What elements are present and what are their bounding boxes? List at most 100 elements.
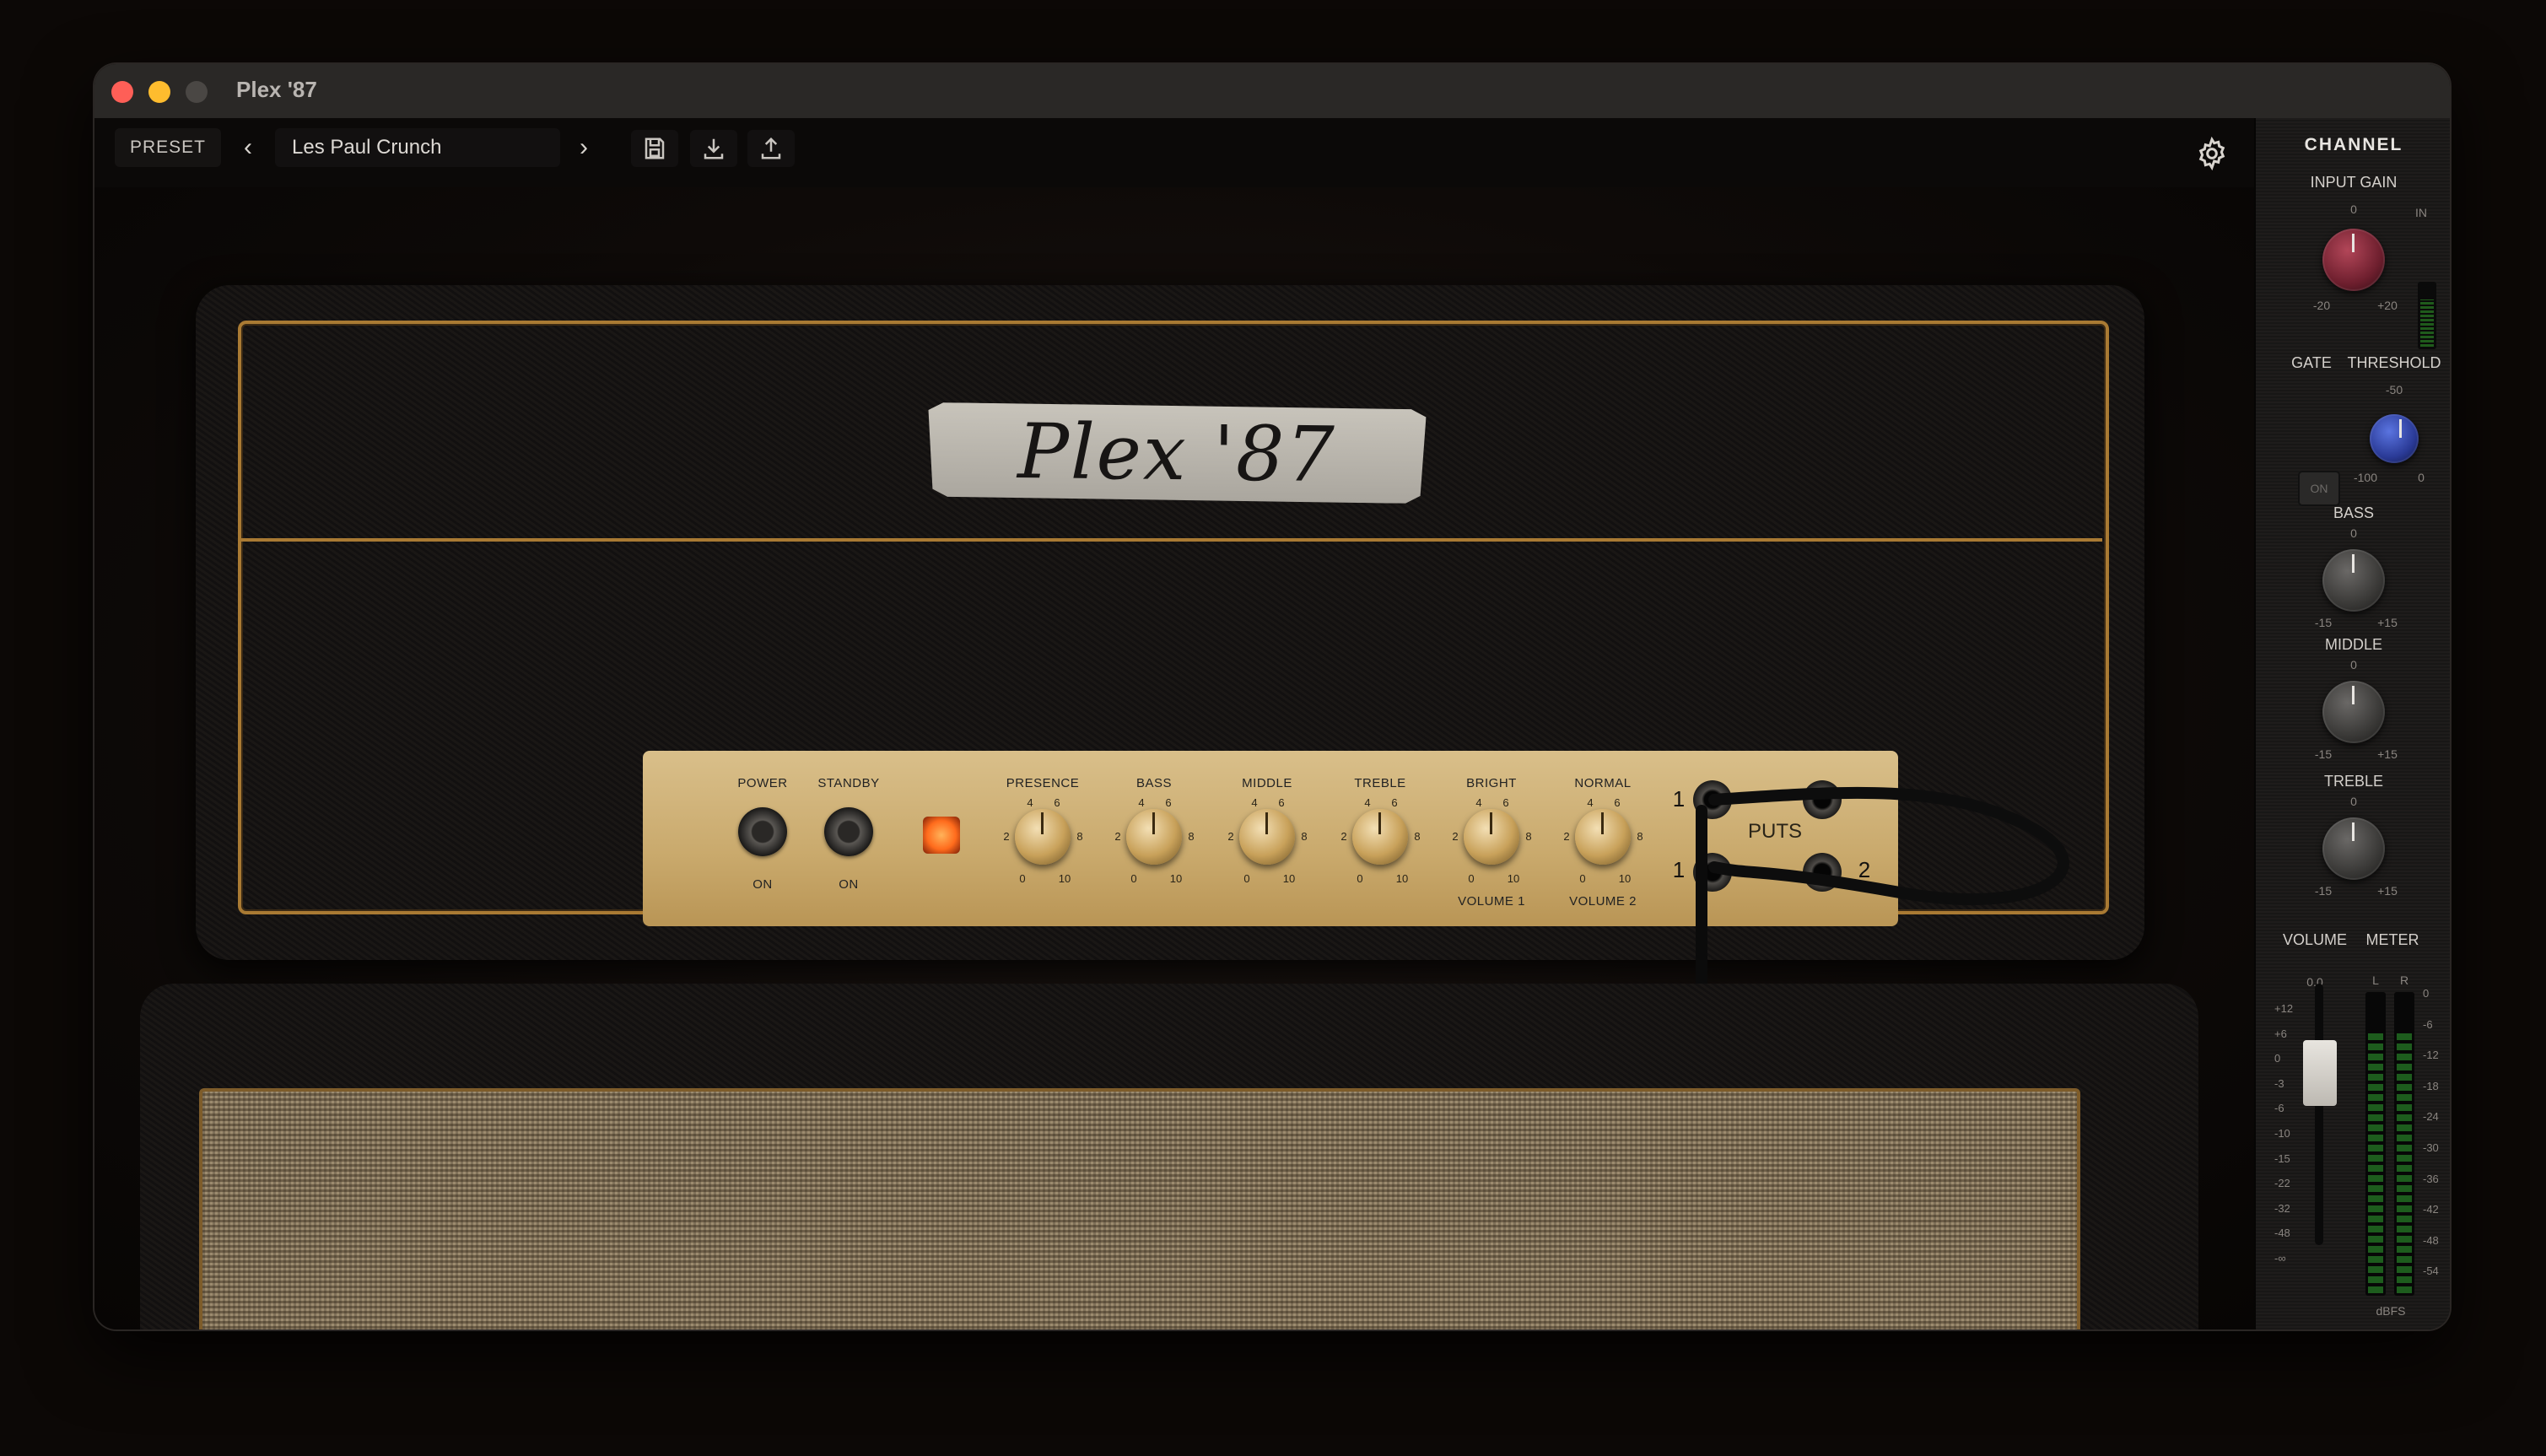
tick: 6 [1165, 796, 1172, 809]
bass-top: 0 [2350, 526, 2357, 540]
meter-scale-tick: -6 [2423, 1017, 2433, 1031]
chevron-right-icon[interactable]: › [567, 128, 601, 167]
normal-volume-knob[interactable] [1575, 809, 1631, 865]
head-divider [241, 538, 2102, 542]
input-gain-knob[interactable] [2322, 229, 2385, 291]
amp-logo: Plex '87 [927, 402, 1426, 504]
bass-label: BASS [2333, 504, 2375, 521]
tick: 2 [1340, 830, 1347, 843]
volume-scale-tick: -6 [2274, 1102, 2284, 1115]
meter-scale-tick: -48 [2423, 1233, 2439, 1247]
amp-head: Plex '87 POWER ON STANDBY ON PRESENCE 4 … [196, 285, 2144, 1329]
volume-scale-tick: +12 [2274, 1002, 2294, 1015]
tick: 8 [1188, 830, 1195, 843]
volume-scale-tick: -22 [2274, 1177, 2290, 1190]
middle-label: MIDDLE [2324, 636, 2383, 653]
tick: 6 [1278, 796, 1285, 809]
channel-title: CHANNEL [2304, 135, 2403, 154]
knob-label-bright: BRIGHT [1466, 776, 1517, 790]
minimize-button[interactable] [148, 81, 170, 103]
threshold-min: -100 [2353, 471, 2378, 484]
output-meter-right [2394, 992, 2414, 1296]
volume-scale-tick: 0 [2274, 1052, 2281, 1065]
channel-middle-knob[interactable] [2322, 681, 2385, 743]
treble-min: -15 [2314, 884, 2333, 898]
gear-icon[interactable] [2192, 135, 2232, 172]
tick: 2 [1114, 830, 1121, 843]
standby-switch[interactable] [824, 807, 873, 856]
middle-min: -15 [2314, 747, 2333, 761]
preset-name-field[interactable]: Les Paul Crunch [275, 128, 560, 167]
meter-unit: dBFS [2376, 1304, 2406, 1318]
meter-scale-tick: 0 [2423, 987, 2430, 1000]
tick: 6 [1054, 796, 1060, 809]
treble-max: +15 [2377, 884, 2398, 898]
meter-right-label: R [2399, 973, 2409, 987]
knob-label-bass: BASS [1135, 776, 1173, 790]
volume-scale-tick: -∞ [2274, 1252, 2286, 1265]
zoom-button[interactable] [186, 81, 208, 103]
tick: 0 [1579, 872, 1586, 885]
knob-label-normal: NORMAL [1574, 776, 1632, 790]
volume-scale-tick: -32 [2274, 1201, 2290, 1215]
upload-icon[interactable] [747, 130, 795, 167]
input-number-1b: 1 [1672, 857, 1686, 882]
meter-scale-tick: -36 [2423, 1172, 2439, 1185]
knob-sublabel-volume-2: VOLUME 2 [1569, 894, 1637, 909]
tick: 8 [1414, 830, 1421, 843]
tick: 4 [1251, 796, 1258, 809]
channel-bass-knob[interactable] [2322, 549, 2385, 612]
channel-treble-knob[interactable] [2322, 817, 2385, 880]
volume-fader-handle[interactable] [2303, 1040, 2337, 1106]
tick: 6 [1502, 796, 1509, 809]
pilot-lamp [923, 817, 960, 854]
input-level-meter [2418, 282, 2436, 349]
bright-volume-knob[interactable] [1464, 809, 1519, 865]
tick: 8 [1301, 830, 1308, 843]
input-gain-label: INPUT GAIN [2310, 174, 2398, 191]
bass-max: +15 [2377, 616, 2398, 629]
window-title: Plex '87 [236, 77, 317, 102]
threshold-knob[interactable] [2370, 414, 2419, 463]
save-icon[interactable] [631, 130, 678, 167]
knob-label-middle: MIDDLE [1242, 776, 1292, 790]
tick: 4 [1475, 796, 1482, 809]
power-state: ON [752, 877, 773, 892]
tick: 10 [1282, 872, 1296, 885]
chevron-left-icon[interactable]: ‹ [231, 128, 265, 167]
volume-scale-tick: -48 [2274, 1227, 2290, 1240]
treble-top: 0 [2350, 795, 2357, 808]
tick: 10 [1169, 872, 1183, 885]
close-button[interactable] [111, 81, 133, 103]
gate-toggle-button[interactable]: ON [2298, 471, 2340, 506]
power-switch[interactable] [738, 807, 787, 856]
tick: 2 [1452, 830, 1459, 843]
amp-stage: Plex '87 POWER ON STANDBY ON PRESENCE 4 … [94, 187, 2254, 1329]
gate-label: GATE [2291, 354, 2332, 371]
tick: 6 [1614, 796, 1621, 809]
tick: 10 [1058, 872, 1071, 885]
bass-knob[interactable] [1126, 809, 1182, 865]
title-bar: Plex '87 [94, 64, 2450, 118]
middle-top: 0 [2350, 658, 2357, 671]
input-number-1: 1 [1672, 786, 1686, 812]
volume-scale-tick: -10 [2274, 1127, 2290, 1140]
meter-label: METER [2365, 931, 2419, 948]
input-meter-label: IN [2415, 206, 2427, 219]
download-icon[interactable] [690, 130, 737, 167]
treble-knob[interactable] [1352, 809, 1408, 865]
tick: 4 [1138, 796, 1145, 809]
amp-logo-text: Plex '87 [1017, 407, 1337, 499]
knob-label-presence: PRESENCE [1006, 776, 1080, 790]
meter-scale-tick: -30 [2423, 1141, 2439, 1154]
meter-scale-tick: -54 [2423, 1265, 2439, 1278]
middle-max: +15 [2377, 747, 2398, 761]
preset-menu-button[interactable]: PRESET [115, 128, 221, 167]
standby-label: STANDBY [817, 776, 880, 790]
middle-knob[interactable] [1239, 809, 1295, 865]
input-gain-top: 0 [2350, 202, 2357, 216]
volume-fader-track[interactable] [2315, 984, 2323, 1245]
presence-knob[interactable] [1015, 809, 1071, 865]
volume-label: VOLUME [2282, 931, 2348, 948]
tick: 4 [1027, 796, 1033, 809]
